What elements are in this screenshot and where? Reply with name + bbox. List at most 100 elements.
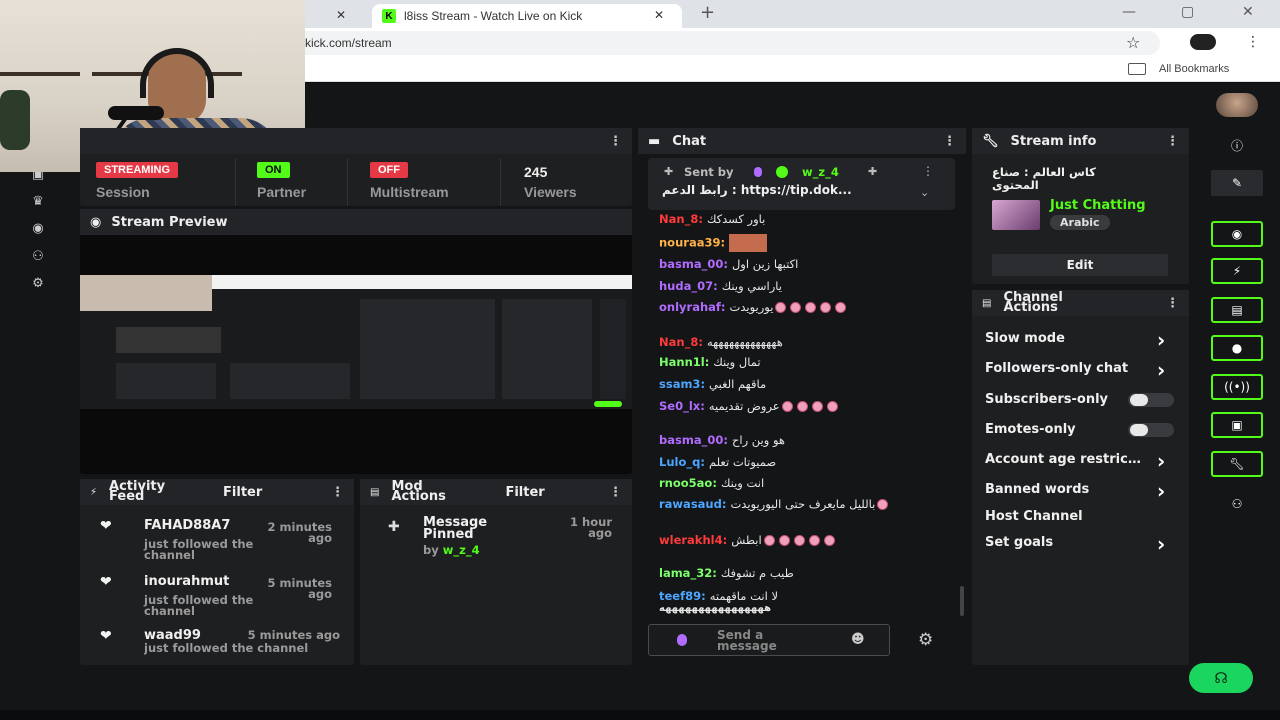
user-avatar[interactable] [1216, 93, 1258, 117]
activity-username[interactable]: waad99 [144, 628, 201, 643]
bolt-icon[interactable]: ⚡ [1211, 258, 1263, 284]
all-bookmarks-link[interactable]: All Bookmarks [1159, 63, 1229, 75]
preview-sidebar [600, 299, 626, 399]
preview-panel [116, 327, 221, 353]
chat-message: nouraa39: [659, 234, 768, 252]
chat-colon: : [712, 476, 721, 490]
edit-button[interactable]: Edit [992, 254, 1168, 276]
browser-tab-active[interactable]: K l8iss Stream - Watch Live on Kick ✕ [372, 4, 682, 28]
browser-tab-prev[interactable]: ✕ [300, 4, 360, 28]
chat-square-icon[interactable]: ▤ [1211, 297, 1263, 323]
users-icon[interactable]: ⚇ [1211, 491, 1263, 517]
chat-username[interactable]: huda_07 [659, 279, 713, 293]
chat-username[interactable]: basma_00 [659, 257, 723, 271]
close-window-icon[interactable]: ✕ [1242, 4, 1254, 20]
multistream-badge: OFF [370, 162, 408, 178]
channel-action-host-channel[interactable]: Host Channel [985, 509, 1175, 524]
chat-colon: : [701, 589, 710, 603]
new-tab-button[interactable]: + [700, 2, 715, 23]
kebab-icon[interactable]: ⋮ [609, 485, 622, 500]
pinned-sent-by: Sent by [684, 165, 734, 179]
kebab-icon[interactable]: ⋮ [1166, 134, 1179, 149]
chevron-right-icon[interactable]: › [1157, 328, 1165, 352]
channel-action-account-age-restriction[interactable]: Account age restriction [985, 452, 1145, 467]
chevron-down-icon[interactable]: ⌄ [920, 186, 929, 199]
chat-username[interactable]: basma_00 [659, 433, 723, 447]
emote-icon [877, 499, 889, 510]
chat-username[interactable]: Lulo_q [659, 455, 700, 469]
chat-username[interactable]: ssam3 [659, 377, 700, 391]
chat-username[interactable]: rnoo5ao [659, 476, 712, 490]
channel-action-banned-words[interactable]: Banned words [985, 482, 1145, 497]
mod-action-user[interactable]: w_z_4 [443, 543, 480, 557]
maximize-icon[interactable]: ▢ [1181, 4, 1194, 20]
chat-username[interactable]: Nan_8 [659, 212, 698, 226]
stream-preview-title: Stream Preview [111, 214, 228, 230]
layout-icon[interactable]: ▣ [1211, 412, 1263, 438]
chat-username[interactable]: nouraa39 [659, 236, 720, 250]
pencil-icon[interactable]: ✎ [1211, 170, 1263, 196]
chat-input[interactable]: Send a message ☻ [648, 624, 890, 656]
browser-menu-icon[interactable]: ⋮ [1246, 34, 1260, 50]
chat-username[interactable]: teef89 [659, 589, 701, 603]
info-icon[interactable]: ⓘ [1211, 132, 1263, 158]
channel-action-subscribers-only[interactable]: Subscribers-only [985, 392, 1118, 407]
screen-icon[interactable]: ◉ [1211, 221, 1263, 247]
activity-username[interactable]: inourahmut [144, 574, 229, 589]
pinned-user[interactable]: w_z_4 [802, 165, 839, 179]
activity-filter-button[interactable]: Filter [223, 485, 262, 500]
chat-scrollbar[interactable] [960, 586, 964, 616]
preview-video[interactable] [80, 275, 632, 409]
pinned-message[interactable]: ✚ Sent by w_z_4 ✚ ⋮ رابط الدعم : https:/… [648, 158, 955, 210]
wrench-icon[interactable]: 🔧︎ [1211, 451, 1263, 477]
chat-text: صميوتات تعلم [708, 455, 777, 469]
chat-text: تمال وينك [713, 355, 761, 369]
kebab-icon[interactable]: ⋮ [922, 164, 934, 178]
chat-settings-gear-icon[interactable]: ⚙ [918, 630, 933, 650]
stream-preview-panel: ◉ Stream Preview [80, 209, 632, 474]
kebab-icon[interactable]: ⋮ [609, 134, 622, 149]
trophy-icon[interactable]: ♛ [28, 194, 48, 210]
chat-username[interactable]: lama_32 [659, 566, 712, 580]
toggle-switch[interactable] [1128, 393, 1174, 407]
screen-icon: ◉ [90, 214, 102, 230]
mod-filter-button[interactable]: Filter [505, 485, 544, 500]
profile-avatar[interactable] [1190, 34, 1216, 50]
close-icon[interactable]: ✕ [336, 8, 346, 22]
toggle-switch[interactable] [1128, 423, 1174, 437]
stream-info-panel: 🔧︎ Stream info ⋮ كاس العالم : صناع المحت… [972, 128, 1189, 284]
chat-username[interactable]: Se0_lx [659, 399, 700, 413]
chevron-right-icon[interactable]: › [1157, 449, 1165, 473]
emoji-icon[interactable]: ☻ [851, 632, 865, 647]
chevron-right-icon[interactable]: › [1157, 532, 1165, 556]
chat-bubble-icon[interactable]: ● [1211, 335, 1263, 361]
kebab-icon[interactable]: ⋮ [943, 134, 956, 149]
users-icon[interactable]: ⚇ [28, 249, 48, 265]
close-icon[interactable]: ✕ [654, 8, 664, 22]
chat-username[interactable]: Hann1l [659, 355, 705, 369]
mod-actions-panel: ▤ Mod Actions Filter ⋮ ✚ Message Pinned … [360, 479, 632, 665]
screen-icon[interactable]: ◉ [28, 221, 48, 237]
activity-username[interactable]: FAHAD88A7 [144, 518, 230, 533]
chevron-right-icon[interactable]: › [1157, 358, 1165, 382]
category-name[interactable]: Just Chatting [1050, 198, 1146, 213]
chat-username[interactable]: Nan_8 [659, 335, 698, 349]
bookmark-star-icon[interactable]: ☆ [1126, 33, 1140, 52]
chat-username[interactable]: rawasaud [659, 497, 722, 511]
support-headset-button[interactable]: ☊ [1189, 663, 1253, 693]
broadcast-icon[interactable]: ((•)) [1211, 374, 1263, 400]
chat-username[interactable]: onlyrahaf [659, 300, 721, 314]
minimize-icon[interactable]: — [1122, 4, 1136, 20]
url-field[interactable] [290, 31, 1160, 55]
channel-action-set-goals[interactable]: Set goals [985, 535, 1145, 550]
chat-username[interactable]: wlerakhl4 [659, 533, 723, 547]
activity-feed-title: Activity Feed [109, 479, 166, 504]
divider [347, 158, 348, 206]
channel-action-emotes-only[interactable]: Emotes-only [985, 422, 1118, 437]
kebab-icon[interactable]: ⋮ [331, 485, 344, 500]
channel-action-slow-mode[interactable]: Slow mode [985, 331, 1145, 346]
gear-icon[interactable]: ⚙ [28, 276, 48, 292]
channel-action-followers-only-chat[interactable]: Followers-only chat [985, 361, 1145, 376]
chevron-right-icon[interactable]: › [1157, 479, 1165, 503]
kebab-icon[interactable]: ⋮ [1166, 296, 1179, 311]
